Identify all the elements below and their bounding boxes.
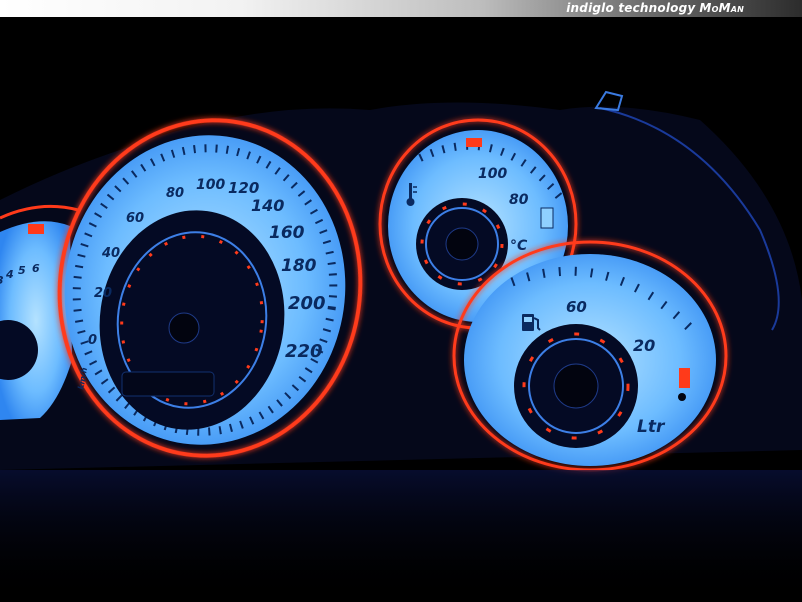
instrument-cluster: 6 5 4 3 0 20 40 60 80 100 120 140 160 18…	[0, 90, 802, 602]
speedometer-hub	[168, 312, 200, 344]
fuel-tick-label: 20	[633, 336, 655, 355]
fuel-gauge: 60 20 Ltr	[452, 240, 728, 472]
speedometer-tick-label: 100	[196, 177, 225, 193]
fuel-unit: Ltr	[637, 417, 666, 437]
speedometer-tick-label: 180	[281, 256, 317, 276]
brand-text: indiglo technology	[566, 1, 696, 15]
brand-bar: indiglo technology MoMan	[0, 0, 802, 17]
speedometer-odometer-window	[121, 371, 215, 397]
brand-logo: MoMan	[699, 1, 744, 15]
floor-reflection	[0, 470, 802, 602]
temperature-hot-marker	[466, 138, 482, 147]
tachometer-tick-label: 6	[32, 262, 40, 275]
speedometer-tick-label: 0	[88, 333, 97, 348]
speedometer-tick-label: 140	[251, 196, 284, 215]
fuel-tick-label: 60	[566, 298, 587, 316]
speedometer-tick-label: 220	[285, 341, 323, 362]
temperature-tick-label: 100	[478, 166, 507, 182]
speedometer-tick-label: 120	[228, 179, 259, 197]
fuel-gauge-hub	[553, 363, 599, 409]
tachometer-redline-marker	[28, 224, 44, 234]
fuel-low-marker	[679, 368, 690, 388]
tachometer-tick-label: 5	[18, 264, 26, 277]
temperature-gauge-hub	[445, 227, 479, 261]
speedometer-tick-label: 200	[288, 293, 326, 314]
speedometer-tick-label: 60	[126, 211, 144, 226]
tachometer-tick-label: 3	[0, 274, 4, 287]
temperature-tick-label: 80	[509, 192, 529, 208]
speedometer-tick-label: 80	[166, 186, 184, 201]
temperature-unit: °C	[510, 238, 528, 254]
temperature-gauge-window	[540, 207, 554, 229]
speedometer-tick-label: 40	[101, 246, 120, 261]
speedometer-tick-label: 160	[269, 223, 305, 243]
fuel-gauge-screw	[678, 393, 686, 401]
speedometer-tick-label: 20	[94, 286, 112, 301]
brand-caption: indiglo technology MoMan	[566, 1, 744, 15]
tachometer-tick-label: 4	[5, 268, 14, 281]
